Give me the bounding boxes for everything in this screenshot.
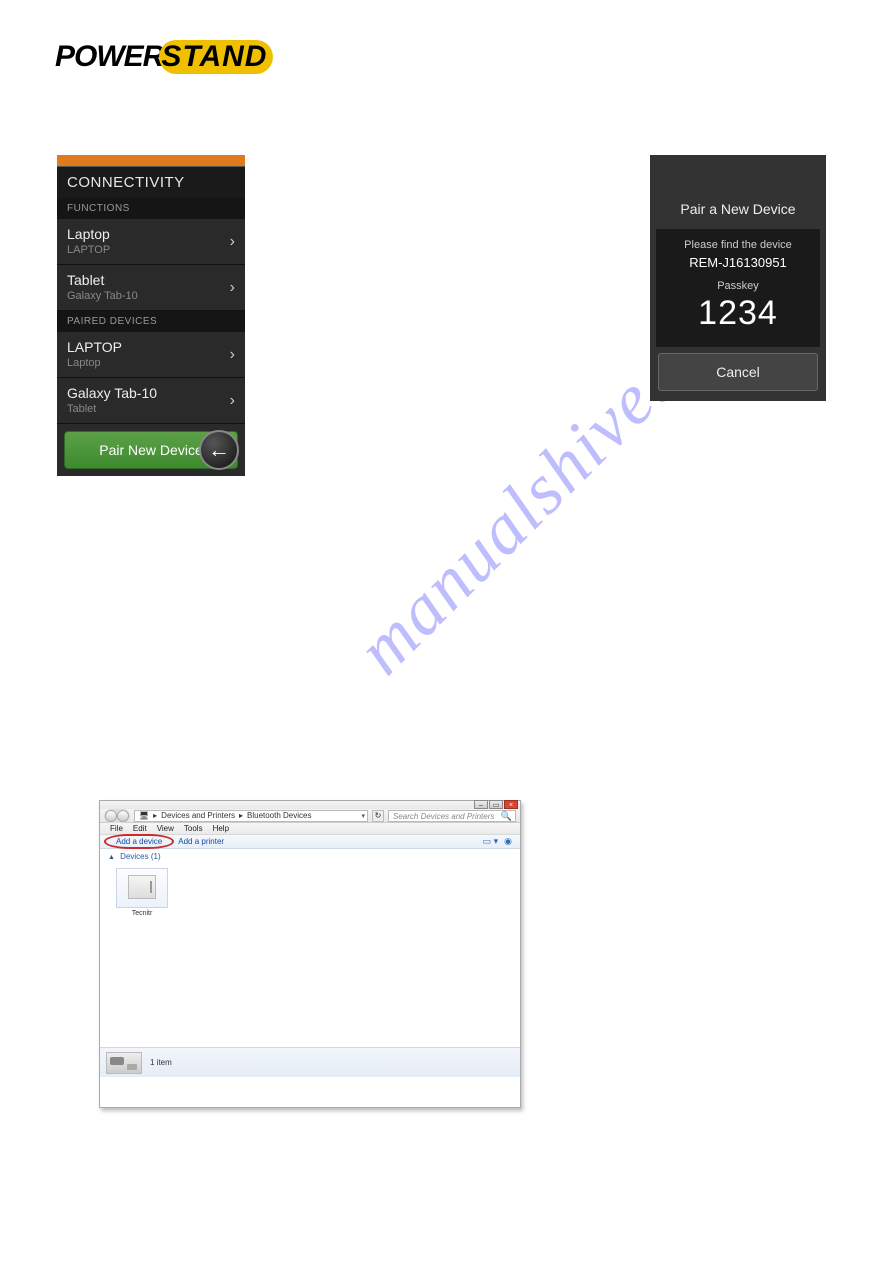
collapse-icon: ▲	[108, 854, 115, 861]
logo-stand-text: STAND	[161, 40, 267, 73]
function-item-tablet[interactable]: Tablet Galaxy Tab-10 ›	[57, 265, 245, 311]
functions-header: FUNCTIONS	[57, 198, 245, 219]
pair-info-box: Please find the device REM-J16130951 Pas…	[656, 229, 820, 347]
chevron-right-icon: ›	[230, 279, 235, 297]
function-sub: LAPTOP	[67, 244, 235, 256]
logo-power-text: POWER	[55, 40, 163, 74]
breadcrumb-sep: ▸	[239, 811, 243, 820]
device-tile[interactable]: Tecnitr	[114, 868, 170, 917]
window-titlebar: – ▭ ×	[100, 801, 520, 809]
status-bar: 1 item	[100, 1047, 520, 1077]
powerstand-logo: POWER STAND	[55, 40, 273, 74]
view-options-button[interactable]: ▭ ▾	[483, 836, 499, 847]
breadcrumb-part-1: Devices and Printers	[161, 811, 235, 820]
cancel-button[interactable]: Cancel	[658, 353, 818, 391]
refresh-icon: ↻	[375, 811, 382, 820]
menu-edit[interactable]: Edit	[133, 824, 147, 833]
paired-item-laptop[interactable]: LAPTOP Laptop ›	[57, 332, 245, 378]
devices-section-header[interactable]: ▲ Devices (1)	[100, 849, 520, 864]
chevron-right-icon: ›	[230, 392, 235, 410]
dialog-top-space	[650, 155, 826, 197]
chevron-right-icon: ›	[230, 346, 235, 364]
paired-name: LAPTOP	[67, 339, 235, 355]
section-count: (1)	[151, 852, 161, 861]
function-sub: Galaxy Tab-10	[67, 290, 235, 302]
function-item-laptop[interactable]: Laptop LAPTOP ›	[57, 219, 245, 265]
paired-header: PAIRED DEVICES	[57, 311, 245, 332]
nav-back-icon	[105, 810, 117, 822]
breadcrumb[interactable]: 🖥 ▸ Devices and Printers ▸ Bluetooth Dev…	[134, 810, 368, 822]
function-name: Laptop	[67, 226, 235, 242]
device-icon-box	[116, 868, 168, 908]
nav-back-forward[interactable]	[104, 809, 130, 823]
status-thumbnail-icon	[106, 1052, 142, 1074]
mobile-connectivity-screen: CONNECTIVITY FUNCTIONS Laptop LAPTOP › T…	[57, 155, 245, 476]
maximize-button[interactable]: ▭	[489, 800, 503, 809]
menu-file[interactable]: File	[110, 824, 123, 833]
pair-button-row: Pair New Device ←	[57, 424, 245, 476]
add-printer-button[interactable]: Add a printer	[178, 837, 224, 846]
search-input[interactable]: Search Devices and Printers 🔍	[388, 810, 516, 822]
menu-help[interactable]: Help	[213, 824, 229, 833]
device-id: REM-J16130951	[662, 255, 814, 270]
breadcrumb-part-2: Bluetooth Devices	[247, 811, 311, 820]
paired-item-tablet[interactable]: Galaxy Tab-10 Tablet ›	[57, 378, 245, 424]
paired-sub: Laptop	[67, 357, 235, 369]
menu-view[interactable]: View	[157, 824, 174, 833]
search-placeholder: Search Devices and Printers	[393, 812, 494, 821]
device-name: Tecnitr	[114, 910, 170, 917]
close-button[interactable]: ×	[504, 800, 518, 809]
device-icon: 🖥	[139, 811, 149, 820]
nav-forward-icon	[117, 810, 129, 822]
mobile-pair-dialog: Pair a New Device Please find the device…	[650, 155, 826, 401]
chevron-right-icon: ›	[230, 233, 235, 251]
status-bar	[57, 155, 245, 167]
breadcrumb-sep: ▸	[153, 811, 157, 820]
computer-icon	[128, 875, 156, 899]
pair-dialog-title: Pair a New Device	[650, 197, 826, 225]
passkey-label: Passkey	[662, 280, 814, 292]
search-icon: 🔍	[501, 811, 512, 822]
passkey-value: 1234	[662, 294, 814, 333]
chevron-down-icon: ▾	[361, 812, 365, 820]
paired-sub: Tablet	[67, 403, 235, 415]
paired-name: Galaxy Tab-10	[67, 385, 235, 401]
toolbar: Add a device Add a printer ▭ ▾ ◉	[100, 835, 520, 849]
screen-title: CONNECTIVITY	[57, 167, 245, 198]
back-button[interactable]: ←	[199, 430, 239, 470]
add-device-button[interactable]: Add a device	[110, 837, 168, 846]
function-name: Tablet	[67, 272, 235, 288]
windows-bluetooth-devices-window: – ▭ × 🖥 ▸ Devices and Printers ▸ Bluetoo…	[99, 800, 521, 1108]
section-label: Devices	[120, 852, 148, 861]
help-icon: ◉	[504, 836, 512, 846]
arrow-left-icon: ←	[208, 437, 230, 463]
minimize-button[interactable]: –	[474, 800, 488, 809]
menu-bar: File Edit View Tools Help	[100, 823, 520, 835]
status-item-count: 1 item	[150, 1058, 172, 1067]
refresh-button[interactable]: ↻	[372, 810, 384, 822]
help-button[interactable]: ◉	[504, 836, 512, 847]
logo-stand-wrap: STAND	[159, 40, 273, 74]
menu-tools[interactable]: Tools	[184, 824, 203, 833]
find-device-label: Please find the device	[662, 239, 814, 251]
address-bar-row: 🖥 ▸ Devices and Printers ▸ Bluetooth Dev…	[100, 809, 520, 823]
content-area: ▲ Devices (1) Tecnitr 1 item	[100, 849, 520, 1077]
